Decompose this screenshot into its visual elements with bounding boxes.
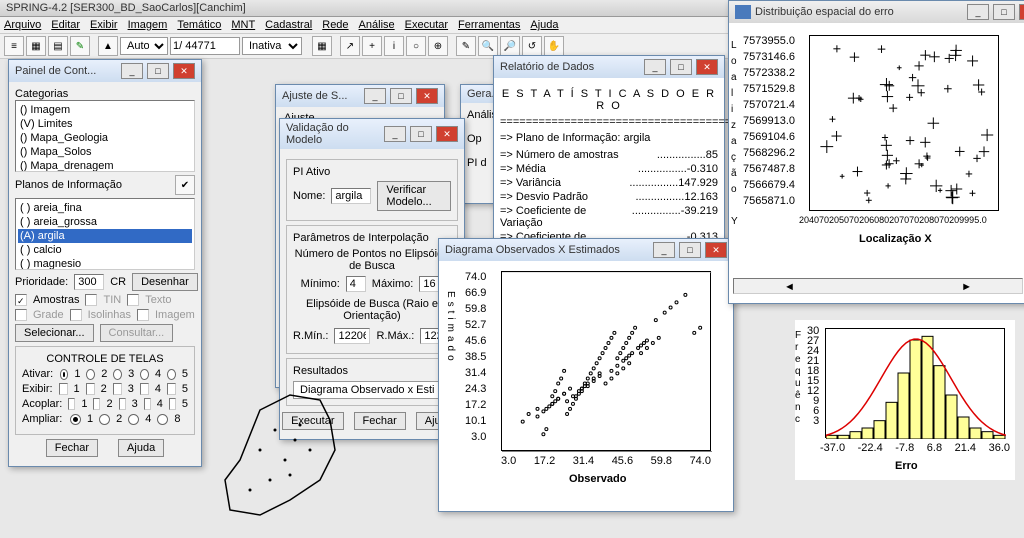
menu-item[interactable]: Cadastral xyxy=(265,19,312,31)
scale-input[interactable] xyxy=(170,37,240,55)
menu-item[interactable]: Arquivo xyxy=(4,19,41,31)
imagem-check[interactable] xyxy=(137,309,149,321)
tool-icon[interactable]: ▦ xyxy=(312,36,332,56)
cr-label: CR xyxy=(110,276,126,288)
prioridade-label: Prioridade: xyxy=(15,276,68,288)
tool-icon[interactable]: ▦ xyxy=(26,36,46,56)
pi-list[interactable]: ( ) areia_fina ( ) areia_grossa (A) argi… xyxy=(15,198,195,270)
consultar-button[interactable]: Consultar... xyxy=(100,324,174,342)
desenhar-button[interactable]: Desenhar xyxy=(132,273,198,291)
radio-1[interactable] xyxy=(60,369,69,380)
close-button[interactable]: ✕ xyxy=(173,63,195,79)
ajuda-button[interactable]: Ajuda xyxy=(118,439,164,457)
close-button[interactable]: ✕ xyxy=(1019,4,1024,20)
tool-icon[interactable]: ▤ xyxy=(48,36,68,56)
close-button[interactable]: ✕ xyxy=(436,126,458,142)
tool-icon[interactable]: i xyxy=(384,36,404,56)
minimo-input[interactable] xyxy=(346,276,366,292)
maximize-button[interactable]: □ xyxy=(679,242,701,258)
tool-icon[interactable]: ⊕ xyxy=(428,36,448,56)
list-item[interactable]: (V) Limites xyxy=(18,117,192,131)
tool-icon[interactable]: 🔍 xyxy=(478,36,498,56)
menu-item[interactable]: MNT xyxy=(231,19,255,31)
menu-item[interactable]: Editar xyxy=(51,19,80,31)
amostras-check[interactable] xyxy=(15,294,27,306)
minimize-button[interactable]: _ xyxy=(967,4,989,20)
distribuicao-window: Distribuição espacial do erro _□✕ Loaliz… xyxy=(728,0,1024,304)
categorias-label: Categorias xyxy=(15,88,195,100)
spatial-chart xyxy=(809,35,999,211)
maximize-button[interactable]: □ xyxy=(670,59,692,75)
menu-item[interactable]: Imagem xyxy=(128,19,168,31)
diagrama-window: Diagrama Observados X Estimados _□✕ Esti… xyxy=(438,238,734,512)
menu-item[interactable]: Ajuda xyxy=(530,19,558,31)
tool-icon[interactable]: ✎ xyxy=(70,36,90,56)
auto-select[interactable]: Auto xyxy=(120,37,168,55)
menu-item[interactable]: Ferramentas xyxy=(458,19,520,31)
minimize-button[interactable]: _ xyxy=(384,126,406,142)
list-item[interactable]: () Mapa_Solos xyxy=(18,145,192,159)
maximize-button[interactable]: □ xyxy=(147,63,169,79)
menu-item[interactable]: Temático xyxy=(177,19,221,31)
check-icon[interactable]: ✔ xyxy=(175,175,195,195)
tool-icon[interactable]: ≡ xyxy=(4,36,24,56)
list-item[interactable]: ( ) magnesio xyxy=(18,257,192,270)
rmin-input[interactable] xyxy=(334,328,370,344)
close-button[interactable]: ✕ xyxy=(705,242,727,258)
window-title: Painel de Cont... xyxy=(15,65,117,77)
selecionar-button[interactable]: Selecionar... xyxy=(15,324,94,342)
minimize-button[interactable]: _ xyxy=(364,88,386,104)
categorias-list[interactable]: () Imagem (V) Limites () Mapa_Geologia (… xyxy=(15,100,195,172)
tool-icon[interactable]: + xyxy=(362,36,382,56)
texto-check[interactable] xyxy=(127,294,139,306)
close-button[interactable]: ✕ xyxy=(696,59,718,75)
list-item[interactable]: ( ) calcio xyxy=(18,243,192,257)
menu-item[interactable]: Executar xyxy=(405,19,448,31)
map-shape xyxy=(200,380,400,530)
list-item[interactable]: () Imagem xyxy=(18,103,192,117)
painel-controle-window: Painel de Cont... _ □ ✕ Categorias () Im… xyxy=(8,59,202,467)
radio-2[interactable] xyxy=(86,369,95,380)
tool-icon[interactable]: ↺ xyxy=(522,36,542,56)
menu-item[interactable]: Rede xyxy=(322,19,348,31)
list-item[interactable]: (A) argila xyxy=(18,229,192,243)
menu-item[interactable]: Exibir xyxy=(90,19,118,31)
grade-check[interactable] xyxy=(15,309,27,321)
telas-label: CONTROLE DE TELAS xyxy=(22,353,188,365)
list-item[interactable]: () Mapa_drenagem xyxy=(18,159,192,172)
tool-icon[interactable]: ✋ xyxy=(544,36,564,56)
tool-icon[interactable]: ○ xyxy=(406,36,426,56)
radio-5[interactable] xyxy=(167,369,176,380)
minimize-button[interactable]: _ xyxy=(121,63,143,79)
histogram-chart: Frequênc 30272421181512963 -37.0-22.4-7.… xyxy=(795,320,1015,480)
tool-icon[interactable]: ▲ xyxy=(98,36,118,56)
minimize-button[interactable]: _ xyxy=(653,242,675,258)
prioridade-input[interactable] xyxy=(74,274,104,290)
tool-icon[interactable]: ✎ xyxy=(456,36,476,56)
minimize-button[interactable]: _ xyxy=(644,59,666,75)
list-item[interactable]: ( ) areia_fina xyxy=(18,201,192,215)
nome-input[interactable] xyxy=(331,188,371,204)
menu-item[interactable]: Análise xyxy=(359,19,395,31)
scatter-chart xyxy=(501,271,711,451)
status-select[interactable]: Inativa xyxy=(242,37,302,55)
tool-icon[interactable]: ↗ xyxy=(340,36,360,56)
list-item[interactable]: () Mapa_Geologia xyxy=(18,131,192,145)
list-item[interactable]: ( ) areia_grossa xyxy=(18,215,192,229)
close-button[interactable]: ✕ xyxy=(416,88,438,104)
pi-label: Planos de Informação xyxy=(15,179,169,191)
maximize-button[interactable]: □ xyxy=(993,4,1015,20)
tool-icon[interactable]: 🔎 xyxy=(500,36,520,56)
fechar-button[interactable]: Fechar xyxy=(46,439,98,457)
isolinhas-check[interactable] xyxy=(70,309,82,321)
maximize-button[interactable]: □ xyxy=(410,126,432,142)
radio-3[interactable] xyxy=(113,369,122,380)
verificar-button[interactable]: Verificar Modelo... xyxy=(377,181,451,211)
maximize-button[interactable]: □ xyxy=(390,88,412,104)
tin-check[interactable] xyxy=(85,294,97,306)
radio-4[interactable] xyxy=(140,369,149,380)
